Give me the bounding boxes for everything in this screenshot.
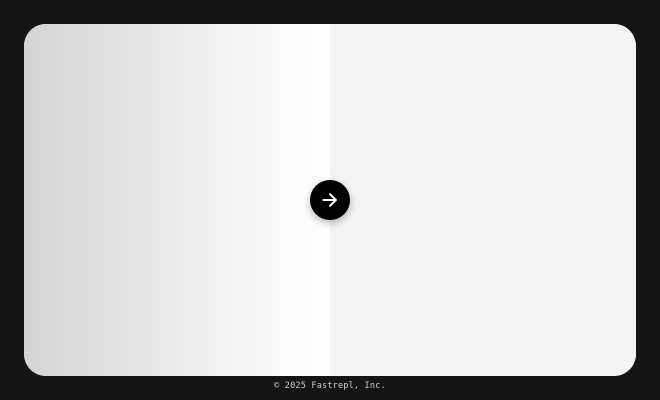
right-panel [330, 24, 636, 376]
footer-copyright: © 2025 Fastrepl, Inc. [274, 381, 386, 391]
left-panel [24, 24, 330, 376]
arrow-right-icon [320, 190, 340, 210]
next-button[interactable] [310, 180, 350, 220]
app-root: © 2025 Fastrepl, Inc. [0, 0, 660, 400]
